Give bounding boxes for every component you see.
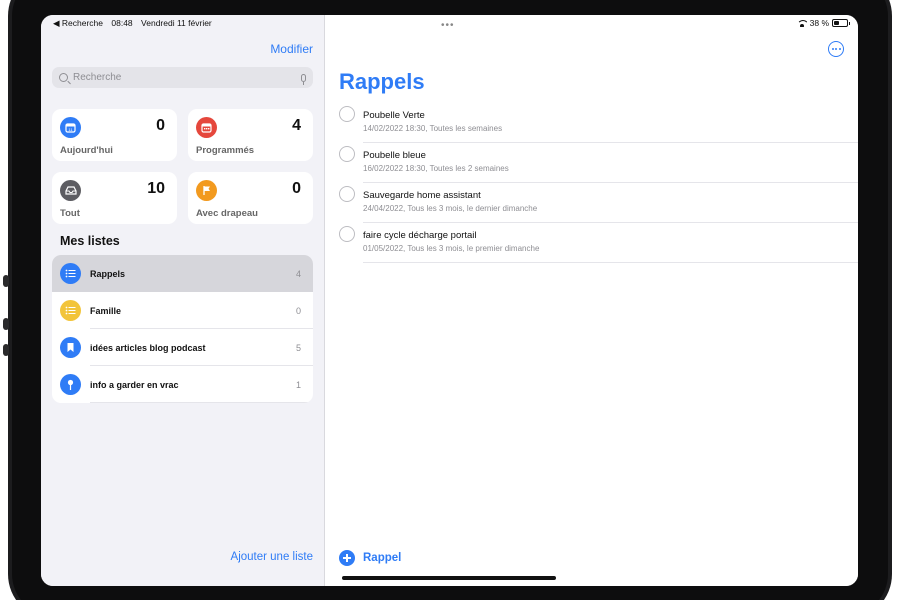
battery-icon xyxy=(832,19,850,27)
new-reminder-label: Rappel xyxy=(363,552,402,564)
list-name: info a garder en vrac xyxy=(90,379,179,390)
all-label: Tout xyxy=(60,208,80,219)
side-button xyxy=(3,318,9,330)
screen: ◀ Recherche 08:48 Vendredi 11 février Mo… xyxy=(41,15,858,586)
calendar-today-icon: 11 xyxy=(60,117,81,138)
reminder-item[interactable]: Poubelle Verte 14/02/2022 18:30, Toutes … xyxy=(339,103,858,143)
reminder-title[interactable]: Poubelle bleue xyxy=(363,150,426,161)
complete-checkbox[interactable] xyxy=(339,146,355,162)
flag-icon xyxy=(196,180,217,201)
back-to-app-link[interactable]: ◀ Recherche xyxy=(53,18,103,28)
reminders-panel: ••• 38 % Rappels Poubelle Verte 14/02/20… xyxy=(325,15,858,586)
scheduled-count: 4 xyxy=(292,117,301,134)
list-name: Rappels xyxy=(90,268,126,279)
list-count: 0 xyxy=(295,305,301,316)
today-label: Aujourd'hui xyxy=(60,145,113,156)
status-bar-right: 38 % xyxy=(796,18,850,28)
svg-text:11: 11 xyxy=(68,127,73,132)
list-icon xyxy=(60,300,81,321)
complete-checkbox[interactable] xyxy=(339,106,355,122)
plus-circle-icon xyxy=(339,550,355,566)
my-lists-heading: Mes listes xyxy=(60,234,120,248)
add-list-button[interactable]: Ajouter une liste xyxy=(231,551,313,563)
list-name: Famille xyxy=(90,305,122,316)
reminder-detail: 16/02/2022 18:30, Toutes les 2 semaines xyxy=(363,164,509,173)
reminder-detail: 01/05/2022, Tous les 3 mois, le premier … xyxy=(363,244,540,253)
list-icon xyxy=(60,263,81,284)
side-button xyxy=(3,344,9,356)
today-count: 0 xyxy=(156,117,165,134)
status-date: Vendredi 11 février xyxy=(141,18,212,28)
list-item-famille[interactable]: Famille 0 xyxy=(52,292,313,329)
my-lists: Rappels 4 Famille 0 idées articles blog … xyxy=(52,255,313,403)
divider xyxy=(90,402,313,403)
bookmark-icon xyxy=(60,337,81,358)
list-item-idees-articles[interactable]: idées articles blog podcast 5 xyxy=(52,329,313,366)
search-field[interactable]: Recherche xyxy=(52,67,313,88)
complete-checkbox[interactable] xyxy=(339,186,355,202)
more-options-button[interactable] xyxy=(828,41,844,57)
pin-icon xyxy=(60,374,81,395)
list-item-info-vrac[interactable]: info a garder en vrac 1 xyxy=(52,366,313,403)
reminder-item[interactable]: faire cycle décharge portail 01/05/2022,… xyxy=(339,223,858,263)
wifi-icon xyxy=(796,19,807,27)
search-icon xyxy=(59,73,68,82)
reminder-title[interactable]: Poubelle Verte xyxy=(363,110,425,121)
smart-list-flagged[interactable]: 0 Avec drapeau xyxy=(188,172,313,224)
new-reminder-button[interactable]: Rappel xyxy=(339,550,401,566)
home-indicator[interactable] xyxy=(342,576,556,580)
microphone-icon[interactable] xyxy=(301,73,306,85)
edit-button[interactable]: Modifier xyxy=(270,42,313,56)
search-placeholder: Recherche xyxy=(73,72,122,83)
divider xyxy=(363,262,858,263)
tray-icon xyxy=(60,180,81,201)
all-count: 10 xyxy=(147,180,165,197)
camera-button xyxy=(3,275,9,287)
smart-list-scheduled[interactable]: 4 Programmés xyxy=(188,109,313,161)
status-time: 08:48 xyxy=(111,18,133,28)
multitasking-dots[interactable]: ••• xyxy=(441,20,455,31)
battery-percent: 38 % xyxy=(809,18,829,28)
reminder-item[interactable]: Sauvegarde home assistant 24/04/2022, To… xyxy=(339,183,858,223)
flagged-label: Avec drapeau xyxy=(196,208,258,219)
list-count: 4 xyxy=(295,268,301,279)
reminder-detail: 14/02/2022 18:30, Toutes les semaines xyxy=(363,124,503,133)
smart-list-all[interactable]: 10 Tout xyxy=(52,172,177,224)
sidebar: ◀ Recherche 08:48 Vendredi 11 février Mo… xyxy=(41,15,325,586)
scheduled-label: Programmés xyxy=(196,145,255,156)
page-title: Rappels xyxy=(339,69,425,94)
reminder-detail: 24/04/2022, Tous les 3 mois, le dernier … xyxy=(363,204,538,213)
complete-checkbox[interactable] xyxy=(339,226,355,242)
list-count: 5 xyxy=(295,342,301,353)
list-name: idées articles blog podcast xyxy=(90,342,206,353)
reminder-list: Poubelle Verte 14/02/2022 18:30, Toutes … xyxy=(339,103,858,263)
status-bar-left: ◀ Recherche 08:48 Vendredi 11 février xyxy=(53,18,218,29)
reminder-title[interactable]: faire cycle décharge portail xyxy=(363,230,477,241)
list-count: 1 xyxy=(295,379,301,390)
smart-list-today[interactable]: 11 0 Aujourd'hui xyxy=(52,109,177,161)
flagged-count: 0 xyxy=(292,180,301,197)
calendar-scheduled-icon xyxy=(196,117,217,138)
list-item-rappels[interactable]: Rappels 4 xyxy=(52,255,313,292)
reminder-item[interactable]: Poubelle bleue 16/02/2022 18:30, Toutes … xyxy=(339,143,858,183)
reminder-title[interactable]: Sauvegarde home assistant xyxy=(363,190,481,201)
